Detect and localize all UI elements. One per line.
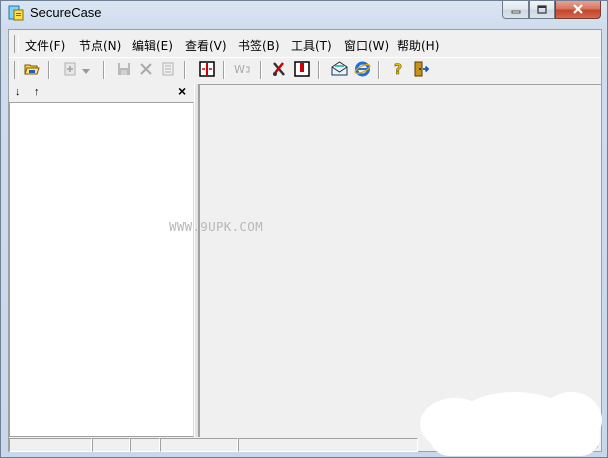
- menu-help[interactable]: 帮助(H): [395, 37, 441, 54]
- internet-explorer-icon: [353, 61, 371, 80]
- node-tree-header: ↓ ↑ ×: [9, 84, 194, 102]
- save-button[interactable]: [115, 61, 133, 79]
- exit-button[interactable]: [412, 61, 430, 79]
- menu-bar: 文件(F) 节点(N) 编辑(E) 查看(V) 书签(B) 工具(T) 窗口(W…: [9, 32, 601, 56]
- split-view-button[interactable]: [198, 60, 216, 80]
- delete-icon: [139, 62, 153, 79]
- menu-node[interactable]: 节点(N): [77, 37, 123, 54]
- node-tree-pane: ↓ ↑ ×: [9, 84, 194, 437]
- add-node-dropdown[interactable]: [80, 61, 92, 79]
- client-area: 文件(F) 节点(N) 编辑(E) 查看(V) 书签(B) 工具(T) 窗口(W…: [8, 29, 602, 452]
- document-area[interactable]: [199, 84, 601, 437]
- move-down-button[interactable]: ↓: [15, 86, 21, 98]
- tools-button[interactable]: [270, 61, 288, 79]
- toolbar-separator: [223, 61, 225, 79]
- internet-explorer-button[interactable]: [353, 61, 371, 79]
- word-wrap-button[interactable]: W: [234, 61, 252, 79]
- move-up-button[interactable]: ↑: [34, 86, 40, 98]
- properties-icon: [160, 61, 176, 80]
- menu-view[interactable]: 查看(V): [183, 37, 229, 54]
- add-node-button[interactable]: [61, 61, 79, 79]
- help-button[interactable]: ?: [390, 61, 408, 79]
- save-icon: [116, 61, 132, 80]
- help-icon: ?: [393, 61, 405, 80]
- menu-edit[interactable]: 编辑(E): [130, 37, 175, 54]
- status-panel: [9, 438, 92, 452]
- app-window: SecureCase 文件(F) 节点(N) 编辑(E) 查看(V) 书签(B): [0, 0, 608, 458]
- toolbar-separator: [260, 61, 262, 79]
- close-pane-button[interactable]: ×: [178, 84, 186, 98]
- maximize-icon: [537, 3, 547, 17]
- menu-file[interactable]: 文件(F): [23, 37, 67, 54]
- toolbar: W ?: [9, 57, 601, 82]
- menu-window[interactable]: 窗口(W): [342, 37, 391, 54]
- menu-bookmark[interactable]: 书签(B): [236, 37, 282, 54]
- status-panel: [160, 438, 238, 452]
- add-node-icon: [62, 61, 78, 80]
- minimize-icon: [511, 3, 521, 17]
- toolbar-separator: [318, 61, 320, 79]
- securecase-app-icon[interactable]: [8, 5, 24, 21]
- title-bar[interactable]: SecureCase: [1, 1, 607, 27]
- status-panel: [130, 438, 160, 452]
- menu-tools[interactable]: 工具(T): [289, 37, 334, 54]
- email-icon: [331, 60, 348, 80]
- split-view-icon: [199, 60, 215, 80]
- bookmark-button[interactable]: [293, 60, 311, 80]
- open-folder-icon: [24, 61, 40, 80]
- open-button[interactable]: [23, 61, 41, 79]
- obscured-overlay: [430, 418, 600, 456]
- toolbar-separator: [103, 61, 105, 79]
- status-panel: [238, 438, 418, 452]
- svg-text:W: W: [234, 63, 245, 76]
- node-tree-view[interactable]: [9, 102, 194, 437]
- menu-bar-grip[interactable]: [14, 35, 19, 53]
- toolbar-separator: [48, 61, 50, 79]
- bookmark-icon: [294, 60, 310, 80]
- watermark-text: WWW.9UPK.COM: [169, 219, 263, 234]
- svg-text:?: ?: [394, 62, 402, 77]
- tools-icon: [271, 61, 287, 80]
- word-wrap-icon: W: [234, 61, 252, 80]
- exit-icon: [413, 61, 430, 80]
- email-button[interactable]: [330, 60, 348, 80]
- close-button[interactable]: [555, 1, 601, 19]
- delete-button[interactable]: [137, 61, 155, 79]
- dropdown-arrow-icon: [82, 63, 90, 77]
- window-title: SecureCase: [30, 5, 102, 20]
- close-icon: [572, 3, 584, 17]
- properties-button[interactable]: [159, 61, 177, 79]
- status-panel: [92, 438, 130, 452]
- maximize-button[interactable]: [529, 1, 555, 19]
- toolbar-grip[interactable]: [14, 61, 19, 79]
- minimize-button[interactable]: [502, 1, 529, 19]
- toolbar-separator: [378, 61, 380, 79]
- toolbar-separator: [184, 61, 186, 79]
